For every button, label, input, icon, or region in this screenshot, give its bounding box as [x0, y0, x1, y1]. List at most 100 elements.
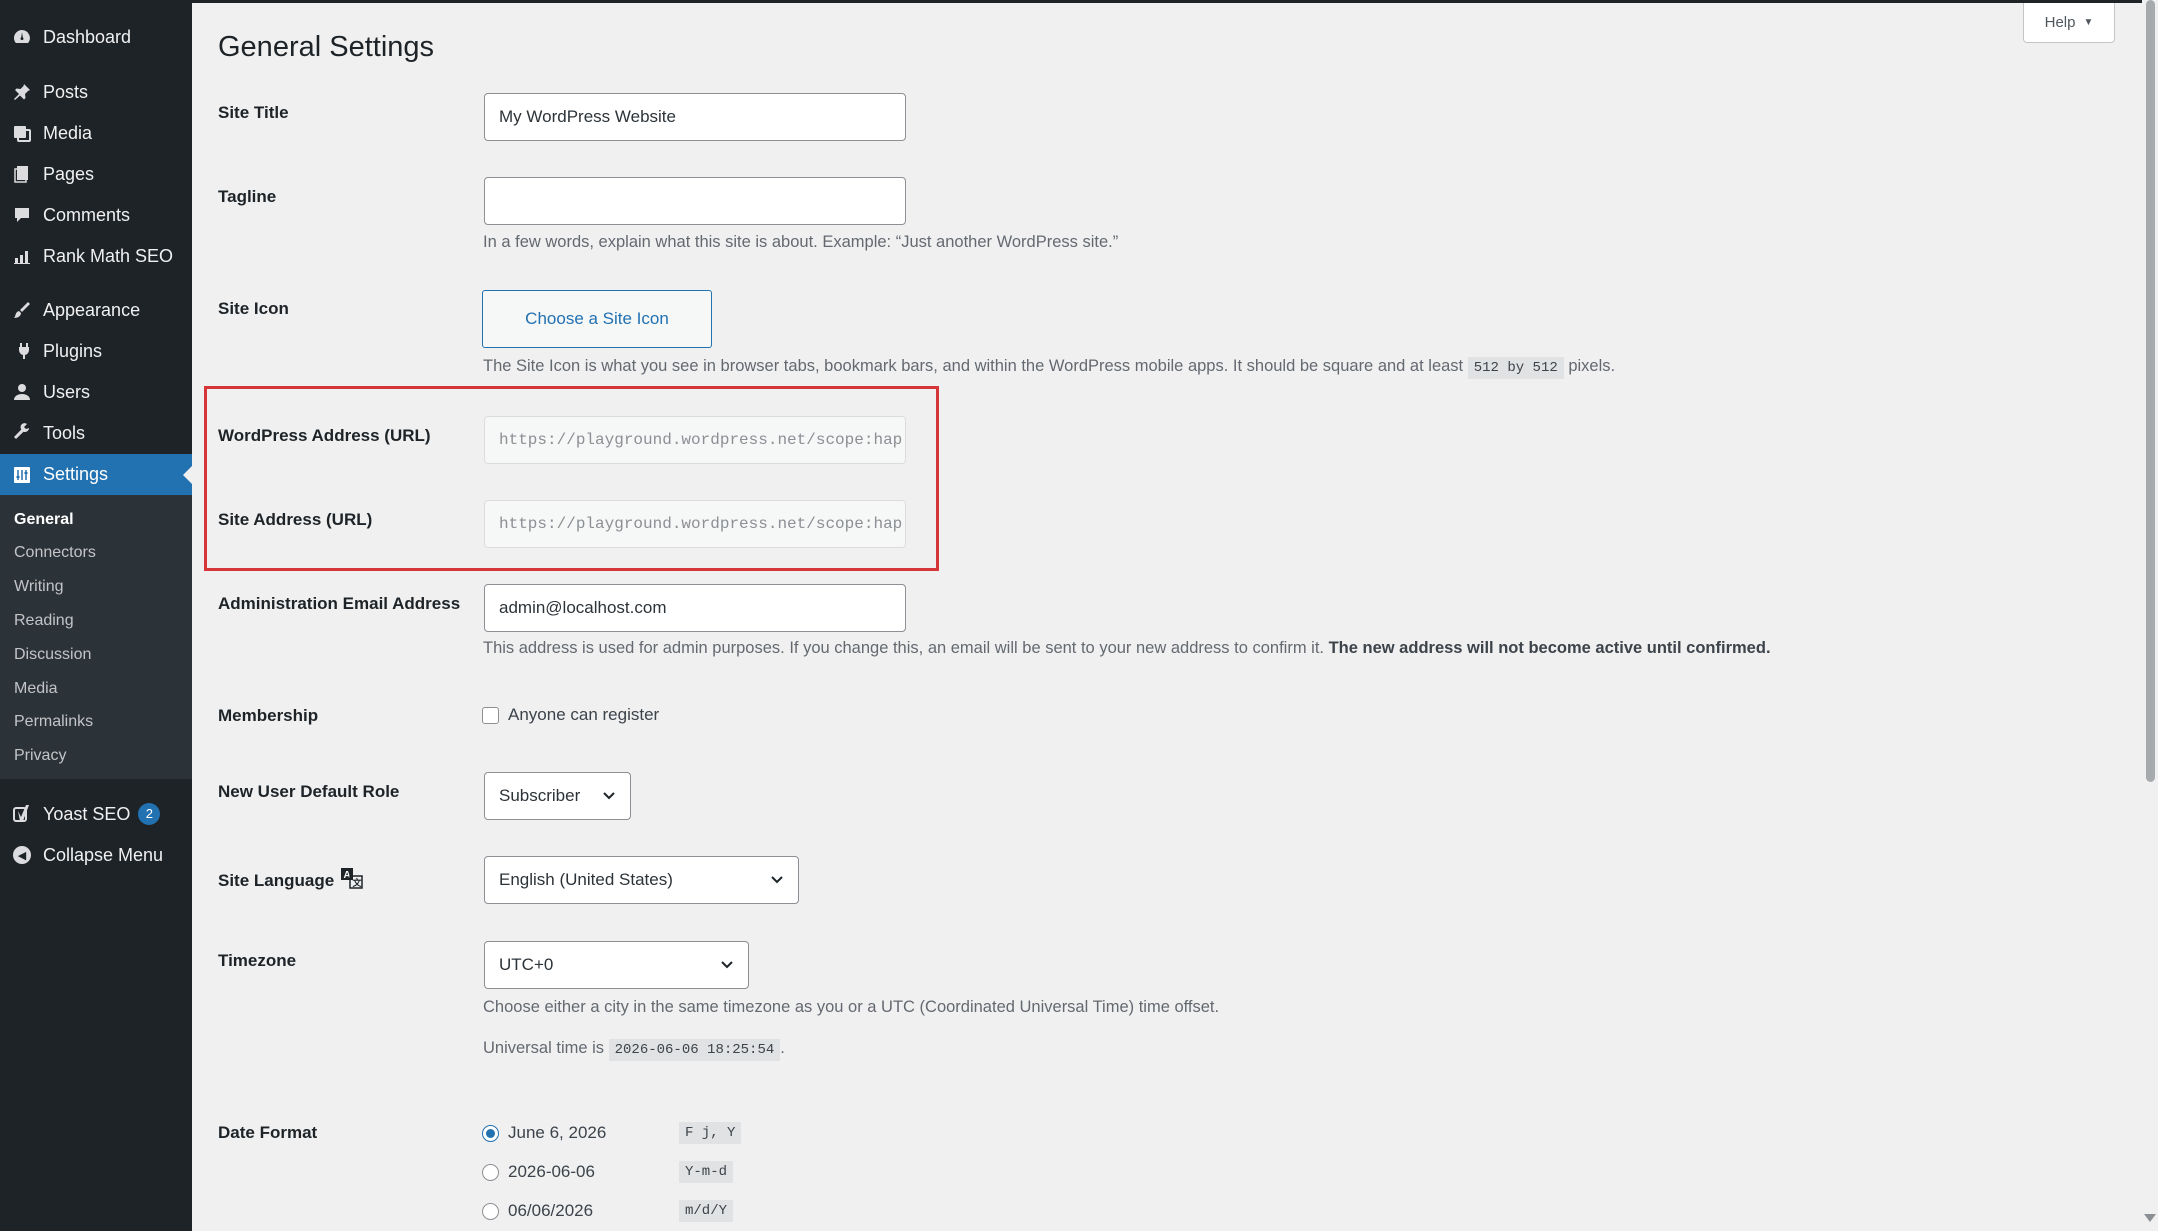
tagline-label: Tagline	[218, 187, 277, 206]
pin-icon	[11, 81, 33, 103]
sidebar-item-label: Users	[43, 381, 91, 402]
chevron-down-icon	[602, 786, 616, 806]
submenu-privacy[interactable]: Privacy	[14, 747, 66, 765]
submenu-permalinks[interactable]: Permalinks	[14, 713, 93, 731]
choose-site-icon-button[interactable]: Choose a Site Icon	[482, 290, 712, 348]
date-format-option[interactable]: 06/06/2026 m/d/Y	[482, 1200, 734, 1222]
date-format-radio[interactable]	[482, 1202, 499, 1220]
site-language-value: English (United States)	[499, 870, 673, 889]
date-format-example: June 6, 2026	[508, 1123, 607, 1142]
site-language-select[interactable]: English (United States)	[484, 856, 799, 904]
brush-icon	[11, 299, 33, 321]
scrollbar-thumb[interactable]	[2146, 0, 2155, 782]
submenu-media[interactable]: Media	[14, 680, 58, 698]
sidebar-item-appearance[interactable]: Appearance	[0, 290, 192, 330]
site-icon-description: The Site Icon is what you see in browser…	[483, 357, 1616, 379]
date-format-code: m/d/Y	[679, 1200, 734, 1222]
site-language-label: Site Language A文	[218, 867, 364, 894]
site-title-label: Site Title	[218, 103, 289, 122]
site-icon-desc-text: The Site Icon is what you see in browser…	[483, 357, 1464, 375]
sidebar-item-rank-math[interactable]: Rank Math SEO	[0, 236, 192, 276]
submenu-general[interactable]: General	[14, 511, 74, 529]
main-content: Help ▼ General Settings Site Title My Wo…	[192, 3, 2142, 1231]
media-icon	[11, 122, 33, 144]
page-scrollbar[interactable]	[2142, 0, 2158, 1231]
dashboard-icon	[11, 26, 33, 48]
site-icon-label: Site Icon	[218, 299, 289, 318]
site-address-input[interactable]: https://playground.wordpress.net/scope:h…	[484, 500, 906, 548]
anyone-can-register-label: Anyone can register	[508, 705, 660, 724]
site-title-input[interactable]: My WordPress Website	[484, 93, 906, 141]
svg-text:文: 文	[352, 877, 363, 888]
default-role-value: Subscriber	[499, 786, 581, 805]
submenu-writing[interactable]: Writing	[14, 578, 64, 596]
date-format-radio[interactable]	[482, 1124, 499, 1142]
timezone-value: UTC+0	[499, 955, 554, 974]
chart-icon	[11, 245, 33, 267]
collapse-menu-button[interactable]: ◀ Collapse Menu	[0, 835, 192, 875]
settings-icon	[11, 464, 33, 486]
site-icon-desc-suffix: pixels.	[1568, 357, 1616, 375]
sidebar-item-label: Appearance	[43, 299, 141, 320]
submenu-reading[interactable]: Reading	[14, 612, 74, 630]
sidebar-item-label: Dashboard	[43, 26, 132, 47]
admin-sidebar: Dashboard Posts Media Pages Comments Ran…	[0, 0, 192, 1231]
tagline-description: In a few words, explain what this site i…	[483, 233, 1119, 251]
timezone-description: Choose either a city in the same timezon…	[483, 998, 1220, 1016]
admin-email-description: This address is used for admin purposes.…	[483, 639, 1771, 658]
plugin-icon	[11, 340, 33, 362]
sidebar-item-plugins[interactable]: Plugins	[0, 331, 192, 371]
admin-email-desc-text: This address is used for admin purposes.…	[483, 639, 1324, 657]
sidebar-item-users[interactable]: Users	[0, 372, 192, 412]
site-icon-size-code: 512 by 512	[1467, 357, 1564, 379]
chevron-down-icon	[770, 870, 784, 890]
wp-address-input[interactable]: https://playground.wordpress.net/scope:h…	[484, 416, 906, 464]
anyone-can-register-checkbox[interactable]	[482, 706, 499, 724]
chevron-down-icon	[720, 955, 734, 975]
sidebar-item-settings[interactable]: Settings	[0, 454, 192, 495]
sidebar-item-media[interactable]: Media	[0, 113, 192, 153]
active-indicator	[183, 466, 192, 484]
date-format-label: Date Format	[218, 1123, 318, 1142]
default-role-select[interactable]: Subscriber	[484, 772, 631, 820]
help-button[interactable]: Help ▼	[2023, 3, 2115, 43]
submenu-discussion[interactable]: Discussion	[14, 646, 91, 664]
caret-down-icon: ▼	[2083, 17, 2094, 28]
universal-time-label: Universal time is	[483, 1039, 605, 1057]
collapse-icon: ◀	[11, 844, 33, 866]
sidebar-item-pages[interactable]: Pages	[0, 154, 192, 194]
admin-email-label: Administration Email Address	[218, 594, 461, 613]
membership-label: Membership	[218, 706, 319, 725]
sidebar-item-label: Comments	[43, 204, 131, 225]
date-format-radio[interactable]	[482, 1163, 499, 1181]
help-label: Help	[2044, 14, 2076, 31]
sidebar-item-label: Posts	[43, 81, 89, 102]
date-format-option[interactable]: 2026-06-06 Y-m-d	[482, 1161, 734, 1183]
date-format-example: 2026-06-06	[508, 1162, 595, 1181]
sidebar-item-dashboard[interactable]: Dashboard	[0, 17, 192, 57]
notification-badge: 2	[138, 803, 161, 825]
tagline-input[interactable]	[484, 177, 906, 225]
scroll-down-arrow[interactable]	[2144, 1214, 2156, 1222]
membership-checkbox-row[interactable]: Anyone can register	[482, 705, 659, 725]
date-format-code: F j, Y	[679, 1122, 742, 1144]
page-title: General Settings	[218, 31, 435, 63]
sidebar-item-label: Tools	[43, 422, 86, 443]
sidebar-item-yoast[interactable]: Yoast SEO 2	[0, 794, 192, 834]
admin-email-desc-bold: The new address will not become active u…	[1328, 639, 1771, 657]
admin-email-input[interactable]: admin@localhost.com	[484, 584, 906, 632]
timezone-select[interactable]: UTC+0	[484, 941, 749, 989]
universal-time-value: 2026-06-06 18:25:54	[608, 1039, 781, 1061]
comment-icon	[11, 204, 33, 226]
wrench-icon	[11, 422, 33, 444]
pages-icon	[11, 163, 33, 185]
sidebar-item-tools[interactable]: Tools	[0, 413, 192, 453]
default-role-label: New User Default Role	[218, 782, 400, 801]
universal-time: Universal time is 2026-06-06 18:25:54.	[483, 1039, 785, 1061]
submenu-connectors[interactable]: Connectors	[14, 544, 96, 562]
sidebar-item-label: Media	[43, 122, 93, 143]
sidebar-item-posts[interactable]: Posts	[0, 72, 192, 112]
sidebar-item-comments[interactable]: Comments	[0, 195, 192, 235]
date-format-option[interactable]: June 6, 2026 F j, Y	[482, 1122, 742, 1144]
translation-icon: A文	[340, 867, 364, 894]
